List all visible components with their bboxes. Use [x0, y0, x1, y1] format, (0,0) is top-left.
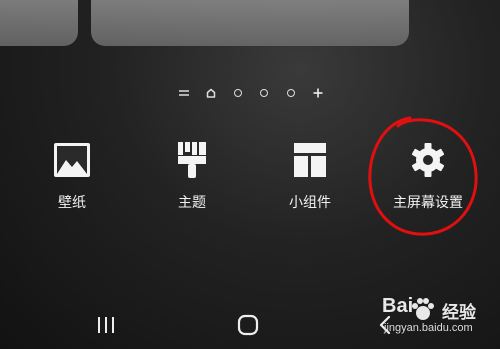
widgets-label: 小组件: [289, 195, 331, 211]
paintbrush-icon: [172, 140, 212, 180]
hamburger-icon[interactable]: [178, 87, 190, 99]
watermark-site: 经验: [442, 303, 476, 323]
page-indicator: [178, 86, 324, 100]
widgets-icon: [290, 140, 330, 180]
home-screen-settings-button[interactable]: 主屏幕设置: [373, 140, 483, 220]
paw-icon: [412, 298, 434, 320]
watermark-url: jingyan.baidu.com: [384, 322, 473, 334]
page-dot[interactable]: [258, 87, 270, 99]
home-page-preview-main[interactable]: [91, 0, 409, 46]
page-dot[interactable]: [232, 87, 244, 99]
home-screen-settings-label: 主屏幕设置: [393, 195, 463, 211]
plus-icon[interactable]: [312, 87, 324, 99]
wallpaper-button[interactable]: 壁纸: [17, 140, 127, 220]
themes-label: 主题: [178, 195, 206, 211]
image-icon: [52, 140, 92, 180]
home-page-preview-left[interactable]: [0, 0, 78, 46]
wallpaper-label: 壁纸: [58, 195, 86, 211]
baidu-jingyan-watermark: Bai 经验 jingyan.baidu.com: [382, 295, 494, 345]
gear-icon: [408, 140, 448, 180]
watermark-brand: Bai: [382, 295, 414, 317]
home-button-icon[interactable]: [233, 312, 263, 338]
themes-button[interactable]: 主题: [137, 140, 247, 220]
widgets-button[interactable]: 小组件: [255, 140, 365, 220]
home-page-icon[interactable]: [205, 87, 217, 99]
recents-icon[interactable]: [91, 312, 121, 338]
page-dot[interactable]: [285, 87, 297, 99]
